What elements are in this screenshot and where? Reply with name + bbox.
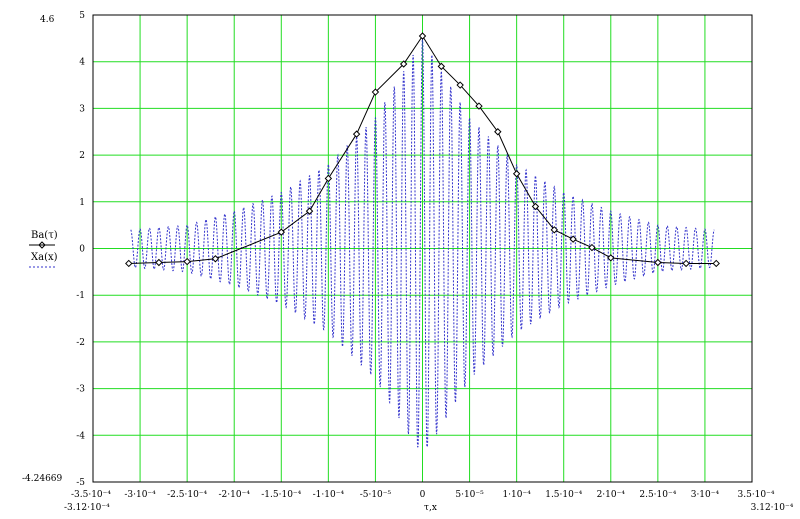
x-tick-label: 2·10⁻⁴: [597, 490, 626, 500]
x-tick-label: 2.5·10⁻⁴: [639, 490, 676, 500]
grid: [93, 14, 752, 483]
x-tick-label: 0: [420, 490, 426, 500]
series-ba-point: [607, 254, 615, 262]
y-tick-label: 2: [79, 151, 85, 161]
series-ba-point: [352, 130, 361, 138]
x-tick-label: -1·10⁻⁴: [313, 490, 345, 500]
x-min-label: -3.12·10⁻⁴: [64, 503, 110, 513]
series-ba-point: [125, 259, 133, 268]
y-tick-label: -1: [76, 291, 85, 301]
x-axis-title: τ,x: [424, 503, 437, 513]
x-tick-label: 1·10⁻⁴: [502, 490, 531, 500]
legend: Ba(τ) Xa(x): [29, 230, 58, 268]
x-tick-label: 5·10⁻⁵: [455, 490, 484, 500]
series-ba-point: [512, 170, 521, 178]
x-tick-label: 3·10⁻⁴: [691, 490, 720, 500]
series-ba-point: [324, 174, 333, 183]
series-ba-point: [211, 255, 220, 263]
x-tick-label: -5·10⁻⁵: [360, 490, 392, 500]
y-tick-label: 1: [79, 198, 85, 208]
series-ba-point: [418, 32, 427, 40]
y-axis-ticks: 5 4 3 2 1 0 -1 -2 -3 -4 -5: [76, 11, 85, 488]
y-min-label: -4.24669: [22, 474, 63, 484]
y-tick-label: -5: [76, 478, 85, 488]
chart: 5 4 3 2 1 0 -1 -2 -3 -4 -5 -3·10⁻⁴ -2.5·10⁻⁴ -2·10⁻⁴…: [22, 11, 794, 513]
x-axis-ticks: -3·10⁻⁴ -2.5·10⁻⁴ -2·10⁻⁴ -1.5·10⁻⁴ -1·10⁻⁴ -…: [124, 490, 719, 500]
x-edge-label-left: -3.5·10⁻⁴: [71, 490, 111, 500]
legend-label-xa: Xa(x): [31, 252, 58, 263]
x-tick-label: -1.5·10⁻⁴: [261, 490, 301, 500]
series-ba-point: [654, 258, 662, 267]
y-tick-label: -2: [76, 338, 85, 348]
x-tick-label: 1.5·10⁻⁴: [545, 490, 582, 500]
x-tick-label: -2·10⁻⁴: [218, 490, 250, 500]
y-tick-label: 0: [79, 245, 85, 255]
x-edge-label-right: 3.5·10⁻⁴: [738, 490, 775, 500]
y-tick-label: 5: [79, 11, 85, 21]
x-max-label: 3.12·10⁻⁴: [751, 503, 794, 513]
y-tick-label: 4: [79, 58, 85, 68]
series-ba-point: [155, 258, 163, 267]
y-tick-label: -3: [76, 385, 85, 395]
y-tick-label: 3: [79, 104, 85, 114]
x-tick-label: -3·10⁻⁴: [124, 490, 156, 500]
y-max-label: 4.6: [40, 15, 55, 25]
series-ba-point: [712, 259, 720, 268]
series-ba-point: [183, 257, 191, 266]
legend-label-ba: Ba(τ): [31, 230, 58, 241]
series-ba-point: [682, 259, 690, 268]
x-tick-label: -2.5·10⁻⁴: [167, 490, 207, 500]
y-tick-label: -4: [76, 431, 85, 441]
